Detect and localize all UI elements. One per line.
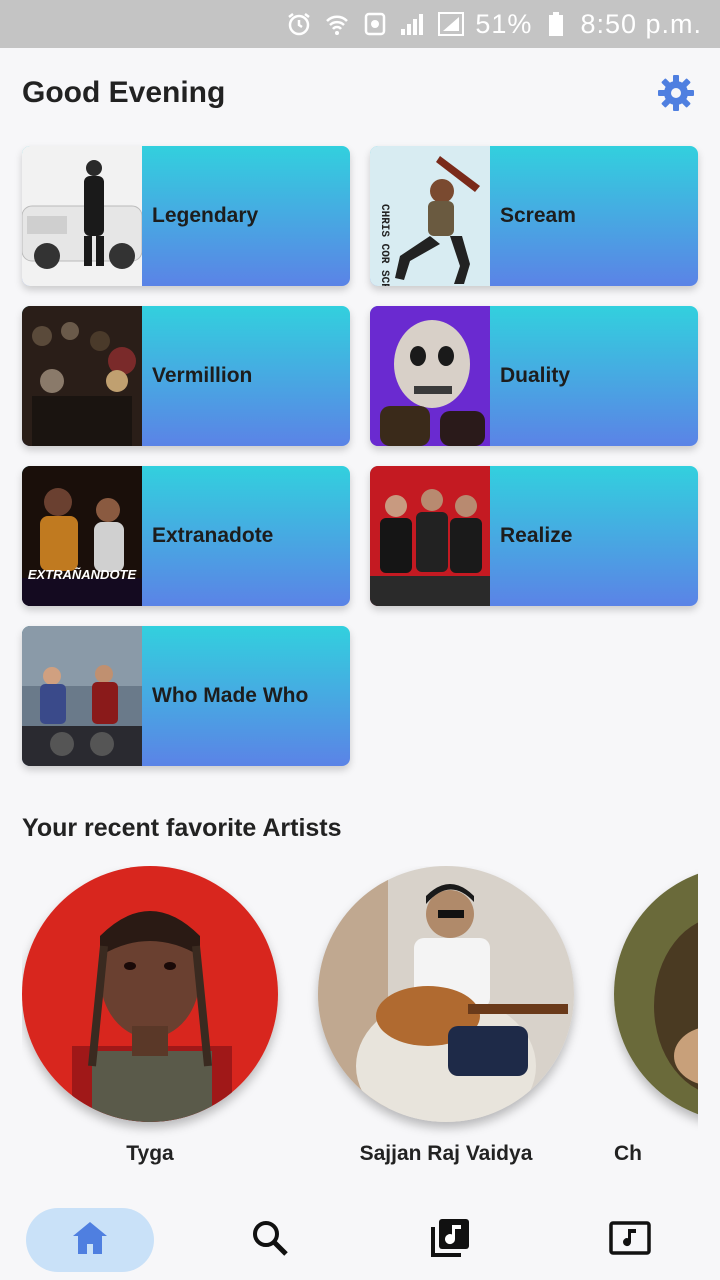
nav-search[interactable] <box>226 1208 314 1272</box>
album-grid: Legendary CHRIS COR SCREAM Scream Vermil… <box>22 146 698 766</box>
album-title: Legendary <box>152 204 259 227</box>
status-bar: 51% 8:50 p.m. <box>0 0 720 48</box>
album-title: Vermillion <box>152 364 253 387</box>
album-title: Duality <box>500 364 571 387</box>
artist-card-sajjan-raj-vaidya[interactable]: Sajjan Raj Vaidya <box>318 866 574 1166</box>
album-title: Who Made Who <box>152 684 309 707</box>
album-card-duality[interactable]: Duality <box>370 306 698 446</box>
signal-icon <box>399 10 427 38</box>
artist-avatar <box>318 866 574 1122</box>
album-cover-duality <box>370 306 490 446</box>
album-card-realize[interactable]: Realize <box>370 466 698 606</box>
album-card-who-made-who[interactable]: Who Made Who <box>22 626 350 766</box>
artists-section-title: Your recent favorite Artists <box>22 814 342 842</box>
data-saver-icon <box>361 10 389 38</box>
album-card-extranadote[interactable]: EXTRAÑANDOTE Extranadote <box>22 466 350 606</box>
artist-name: Sajjan Raj Vaidya <box>359 1142 533 1165</box>
cover-text: CHRIS COR SCREAM <box>378 204 390 286</box>
artist-card-tyga[interactable]: Tyga <box>22 866 278 1166</box>
search-icon <box>251 1219 289 1262</box>
nav-home[interactable] <box>26 1208 154 1272</box>
album-cover-vermillion <box>22 306 142 446</box>
alarm-icon <box>285 10 313 38</box>
album-card-vermillion[interactable]: Vermillion <box>22 306 350 446</box>
album-cover-who-made-who <box>22 626 142 766</box>
battery-icon <box>542 10 570 38</box>
album-title: Extranadote <box>152 524 274 547</box>
nav-now-playing[interactable] <box>586 1208 674 1272</box>
artist-name: Tyga <box>126 1142 174 1165</box>
album-cover-realize <box>370 466 490 606</box>
album-title: Realize <box>500 524 573 547</box>
album-cover-legendary <box>22 146 142 286</box>
bottom-navigation <box>0 1200 720 1280</box>
album-card-scream[interactable]: CHRIS COR SCREAM Scream <box>370 146 698 286</box>
greeting-title: Good Evening <box>22 76 226 109</box>
nav-library[interactable] <box>406 1208 494 1272</box>
artist-name: Ch <box>614 1142 642 1165</box>
settings-gear-icon[interactable] <box>656 73 696 113</box>
header: Good Evening <box>0 48 720 138</box>
artist-avatar <box>22 866 278 1122</box>
artist-card-partial[interactable]: Ch <box>614 866 698 1166</box>
wifi-icon <box>323 10 351 38</box>
album-cover-extranadote: EXTRAÑANDOTE <box>22 466 142 606</box>
signal-2-icon <box>437 10 465 38</box>
clock: 8:50 p.m. <box>580 8 702 39</box>
artist-avatar <box>614 866 698 1122</box>
album-cover-scream: CHRIS COR SCREAM <box>370 146 490 286</box>
cover-text: EXTRAÑANDOTE <box>28 567 137 582</box>
library-icon <box>429 1217 471 1264</box>
album-title: Scream <box>500 204 576 227</box>
now-playing-icon <box>609 1220 651 1260</box>
home-icon <box>71 1220 109 1261</box>
album-card-legendary[interactable]: Legendary <box>22 146 350 286</box>
battery-percent: 51% <box>475 8 533 39</box>
artists-carousel[interactable]: Tyga Sajjan Raj Vaidya Ch <box>22 866 698 1176</box>
